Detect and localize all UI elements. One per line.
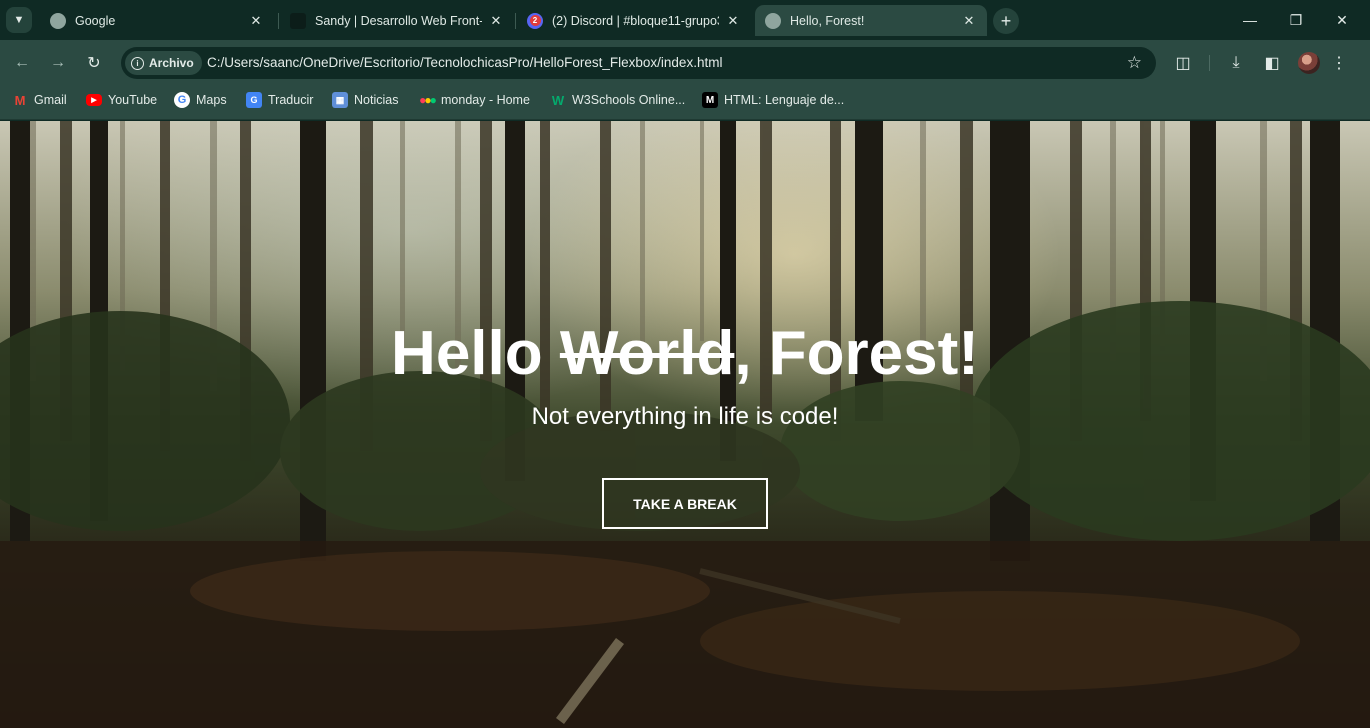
minimize-icon: —	[1243, 12, 1257, 28]
discord-icon: 2	[527, 12, 543, 29]
kebab-menu-icon: ⋮	[1331, 55, 1347, 72]
tab-title: Google	[75, 13, 116, 28]
globe-icon	[50, 12, 66, 29]
arrow-right-icon: →	[50, 54, 66, 71]
notification-badge: 2	[529, 15, 541, 26]
info-icon: i	[131, 56, 144, 70]
hero-heading: Hello World, Forest!	[391, 318, 979, 390]
close-icon[interactable]: ✕	[961, 13, 977, 29]
translate-icon: G	[246, 92, 262, 108]
address-bar[interactable]: i Archivo C:/Users/saanc/OneDrive/Escrit…	[121, 47, 1156, 79]
page-viewport: Hello World, Forest! Not everything in l…	[0, 121, 1370, 728]
heading-end: , Forest!	[734, 319, 979, 388]
extensions-button[interactable]: ◫	[1169, 49, 1197, 77]
tab-hello-forest[interactable]: Hello, Forest! ✕	[755, 5, 987, 36]
puzzle-icon: ◫	[1175, 55, 1191, 72]
restore-button[interactable]: ❐	[1273, 0, 1319, 40]
mdn-icon: M	[702, 92, 718, 108]
w3schools-icon: W	[551, 92, 565, 108]
close-window-button[interactable]: ✕	[1319, 0, 1365, 40]
bookmark-label: Noticias	[354, 93, 399, 107]
bookmark-label: monday - Home	[441, 93, 530, 107]
side-panel-button[interactable]: ◧	[1258, 49, 1286, 77]
bookmark-traducir[interactable]: G Traducir	[246, 86, 313, 114]
bookmark-noticias[interactable]: ▦ Noticias	[332, 86, 398, 114]
tab-divider	[515, 13, 516, 29]
hero-section: Hello World, Forest! Not everything in l…	[0, 121, 1370, 728]
restore-icon: ❐	[1289, 11, 1303, 28]
forward-button[interactable]: →	[44, 49, 72, 77]
heading-start: Hello	[391, 319, 560, 388]
bookmarks-bar: M Gmail ▶ YouTube G Maps G Traducir ▦ No…	[0, 86, 1370, 120]
bookmark-label: Gmail	[34, 93, 67, 107]
bookmark-monday[interactable]: ● ● ● monday - Home	[419, 86, 530, 114]
tab-divider	[278, 13, 279, 29]
tab-search-button[interactable]: ▼	[6, 7, 32, 33]
chip-label: Archivo	[149, 56, 194, 70]
tab-google[interactable]: Google ✕	[40, 5, 274, 36]
reload-icon: ↻	[87, 55, 101, 72]
minimize-button[interactable]: —	[1227, 0, 1273, 40]
reload-button[interactable]: ↻	[80, 49, 108, 77]
site-dark-icon	[290, 12, 306, 29]
back-button[interactable]: ←	[8, 49, 36, 77]
close-icon[interactable]: ✕	[488, 13, 504, 29]
side-panel-icon: ◧	[1264, 55, 1280, 72]
close-icon[interactable]: ✕	[248, 13, 264, 29]
tab-strip: ▼ Google ✕ Sandy | Desarrollo Web Front-…	[0, 0, 1370, 40]
heading-struck-word: World	[559, 319, 735, 388]
url-text[interactable]: C:/Users/saanc/OneDrive/Escritorio/Tecno…	[207, 47, 722, 79]
tab-discord[interactable]: 2 (2) Discord | #bloque11-grupo3 ✕	[517, 5, 751, 36]
menu-button[interactable]: ⋮	[1325, 49, 1353, 77]
bookmark-label: HTML: Lenguaje de...	[724, 93, 845, 107]
bookmark-w3schools[interactable]: W W3Schools Online...	[550, 86, 685, 114]
bookmark-gmail[interactable]: M Gmail	[12, 86, 67, 114]
globe-icon	[765, 12, 781, 29]
new-tab-button[interactable]: +	[993, 8, 1019, 34]
tab-sandy[interactable]: Sandy | Desarrollo Web Front-E ✕	[280, 5, 514, 36]
bookmark-mdn-html[interactable]: M HTML: Lenguaje de...	[702, 86, 844, 114]
monday-icon: ● ● ●	[419, 93, 437, 107]
bookmark-label: Traducir	[268, 93, 314, 107]
downloads-button[interactable]: ⤓	[1222, 49, 1250, 77]
browser-toolbar: ← → ↻ i Archivo C:/Users/saanc/OneDrive/…	[0, 40, 1370, 86]
bookmark-maps[interactable]: G Maps	[174, 86, 227, 114]
chevron-down-icon: ▼	[13, 14, 25, 26]
arrow-left-icon: ←	[14, 54, 30, 71]
bookmark-label: W3Schools Online...	[572, 93, 686, 107]
bookmark-star-icon[interactable]: ☆	[1127, 47, 1142, 79]
plus-icon: +	[1000, 10, 1012, 31]
take-a-break-button[interactable]: TAKE A BREAK	[602, 478, 768, 529]
news-icon: ▦	[332, 92, 348, 108]
tab-title: (2) Discord | #bloque11-grupo3	[552, 13, 719, 28]
close-icon[interactable]: ✕	[725, 13, 741, 29]
gmail-icon: M	[14, 92, 26, 108]
tab-title: Sandy | Desarrollo Web Front-E	[315, 13, 482, 28]
close-icon: ✕	[1336, 11, 1348, 28]
tab-title: Hello, Forest!	[790, 13, 865, 28]
hero-subtitle: Not everything in life is code!	[531, 403, 839, 430]
bookmark-youtube[interactable]: ▶ YouTube	[86, 86, 157, 114]
toolbar-divider	[1209, 55, 1210, 71]
youtube-icon: ▶	[86, 94, 102, 106]
bookmark-label: YouTube	[108, 93, 158, 107]
profile-avatar[interactable]	[1298, 52, 1320, 74]
google-icon: G	[174, 92, 190, 108]
bookmark-label: Maps	[196, 93, 227, 107]
download-icon: ⤓	[1232, 54, 1240, 71]
site-info-chip[interactable]: i Archivo	[125, 51, 202, 75]
